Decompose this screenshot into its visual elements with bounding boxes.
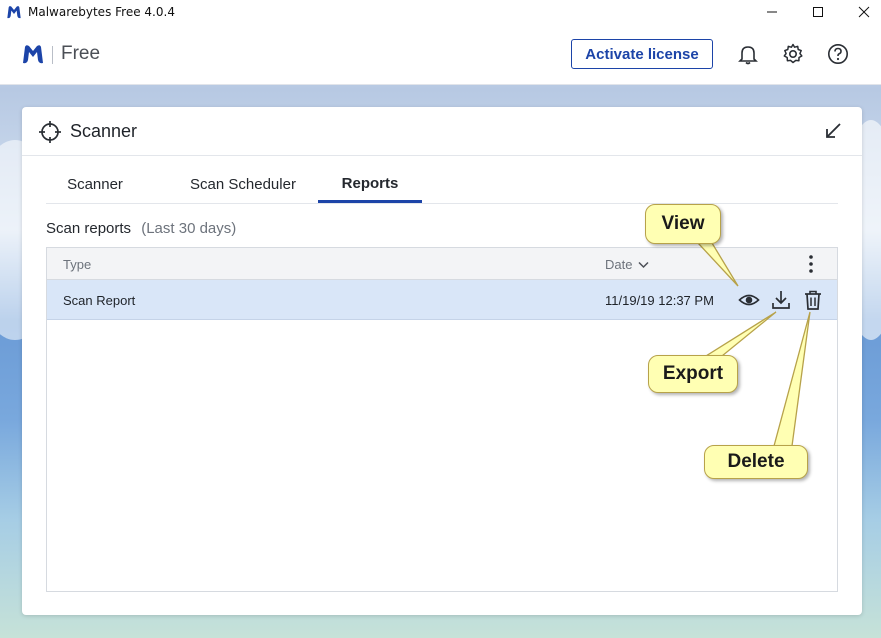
reports-table: Type Date Scan Report 11/19/19 12:37 PM <box>46 247 838 592</box>
chevron-down-icon <box>638 261 649 268</box>
minimize-icon <box>767 11 777 13</box>
malwarebytes-logo-icon <box>23 45 43 64</box>
column-header-date[interactable]: Date <box>605 257 649 272</box>
column-header-type[interactable]: Type <box>63 257 91 272</box>
tab-scan-scheduler[interactable]: Scan Scheduler <box>168 167 318 201</box>
tab-scanner[interactable]: Scanner <box>46 167 144 201</box>
eye-icon[interactable] <box>738 289 760 311</box>
kebab-menu-icon[interactable] <box>805 254 817 274</box>
close-button[interactable] <box>841 0 881 24</box>
callout-view: View <box>645 204 721 244</box>
callout-export: Export <box>648 355 738 393</box>
collapse-arrow-icon[interactable] <box>824 122 842 140</box>
app-header: Free Activate license <box>0 24 881 85</box>
cell-type: Scan Report <box>63 293 136 308</box>
cell-date: 11/19/19 12:37 PM <box>605 293 714 308</box>
crosshair-icon <box>39 121 61 143</box>
tab-reports[interactable]: Reports <box>318 167 422 203</box>
panel-title: Scanner <box>70 121 138 141</box>
brand-divider <box>52 46 53 64</box>
column-header-date-label: Date <box>605 257 633 272</box>
title-bar: Malwarebytes Free 4.0.4 <box>0 0 881 24</box>
section-heading: Scan reports (Last 30 days) <box>46 220 236 237</box>
callout-delete: Delete <box>704 445 808 479</box>
bell-icon[interactable] <box>737 43 759 65</box>
activate-license-button[interactable]: Activate license <box>571 39 713 69</box>
panel-header: Scanner <box>22 107 862 156</box>
tab-bar: Scanner Scan Scheduler Reports <box>46 167 838 204</box>
help-icon[interactable] <box>827 43 849 65</box>
close-icon <box>858 6 870 18</box>
maximize-icon <box>813 7 823 17</box>
gear-icon[interactable] <box>782 43 804 65</box>
table-header: Type Date <box>47 248 837 280</box>
table-row[interactable]: Scan Report 11/19/19 12:37 PM <box>47 280 837 320</box>
window-title: Malwarebytes Free 4.0.4 <box>28 5 175 19</box>
minimize-button[interactable] <box>749 0 795 24</box>
section-hint: (Last 30 days) <box>141 220 237 237</box>
section-title: Scan reports <box>46 220 132 237</box>
maximize-button[interactable] <box>795 0 841 24</box>
trash-icon[interactable] <box>802 289 824 311</box>
download-icon[interactable] <box>770 289 792 311</box>
malwarebytes-logo-icon <box>7 6 21 19</box>
brand-name: Free <box>61 43 101 64</box>
